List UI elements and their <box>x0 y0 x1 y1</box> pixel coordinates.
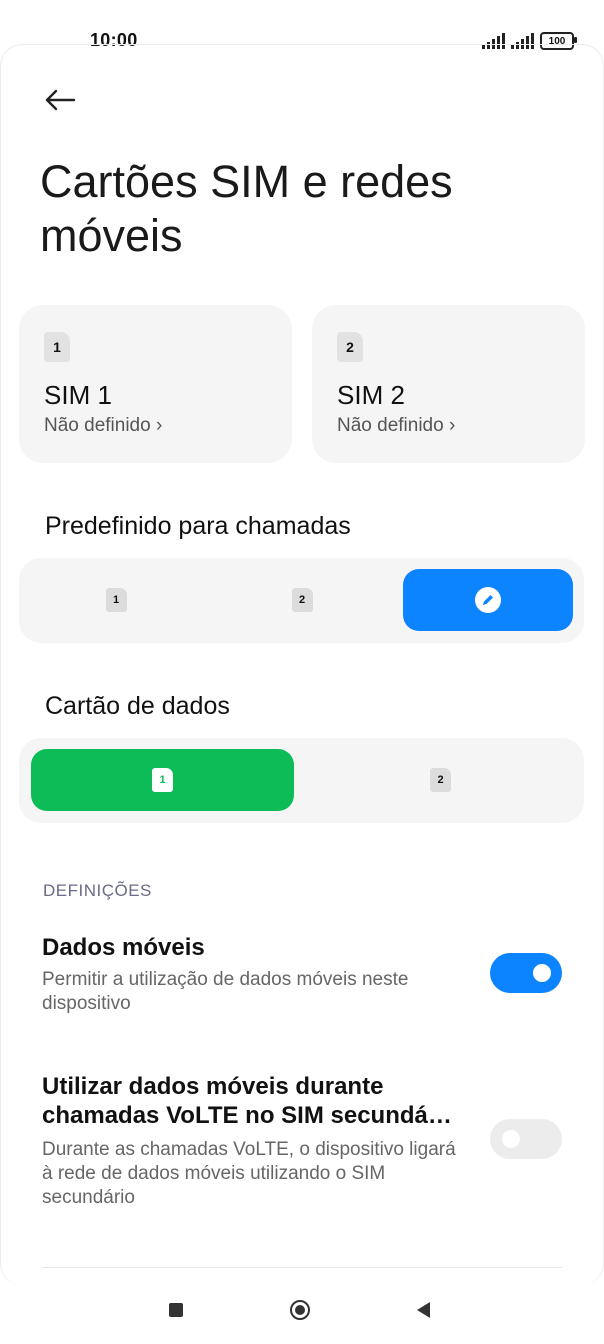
sim-name: SIM 1 <box>44 380 112 410</box>
sim-2-icon: 2 <box>337 332 363 362</box>
mobile-data-toggle[interactable] <box>490 953 562 993</box>
calls-selector: 1 2 <box>19 558 584 643</box>
sim-card-2[interactable]: 2 SIM 2 Não definido › <box>312 305 585 463</box>
volte-data-title: Utilizar dados móveis durante chamadas V… <box>42 1073 452 1129</box>
data-option-sim2[interactable]: 2 <box>309 749 572 811</box>
settings-section-header: DEFINIÇÕES <box>43 881 152 900</box>
toggle-knob <box>502 1130 520 1148</box>
home-button[interactable] <box>290 1300 310 1320</box>
data-option-sim1[interactable]: 1 <box>31 749 294 811</box>
sim-2-icon: 2 <box>291 588 313 612</box>
sim-2-icon: 2 <box>430 768 451 792</box>
home-icon <box>295 1305 305 1315</box>
sim-card-1[interactable]: 1 SIM 1 Não definido › <box>19 305 292 463</box>
page-title: Cartões SIM e redes móveis <box>40 156 453 261</box>
toggle-knob <box>533 964 551 982</box>
calls-label: Predefinido para chamadas <box>45 512 351 540</box>
pencil-icon <box>475 587 501 613</box>
mobile-data-description: Permitir a utilização de dados móveis ne… <box>42 969 409 1014</box>
volte-data-toggle[interactable] <box>490 1119 562 1159</box>
nav-back-button[interactable] <box>417 1302 430 1318</box>
calls-option-sim1[interactable]: 1 <box>31 569 201 631</box>
back-button[interactable] <box>44 86 78 114</box>
sim-status: Não definido › <box>44 415 163 436</box>
sim-1-icon: 1 <box>152 768 173 792</box>
data-card-selector: 1 2 <box>19 738 584 823</box>
sim-1-icon: 1 <box>105 588 127 612</box>
data-card-label: Cartão de dados <box>45 692 230 720</box>
divider <box>42 1267 562 1268</box>
sim-1-icon: 1 <box>44 332 70 362</box>
arrow-left-icon <box>45 89 76 111</box>
calls-option-ask[interactable] <box>403 569 573 631</box>
mobile-data-title: Dados móveis <box>42 934 205 961</box>
volte-data-description: Durante as chamadas VoLTE, o dispositivo… <box>42 1139 456 1208</box>
sim-status: Não definido › <box>337 415 456 436</box>
sim-name: SIM 2 <box>337 380 405 410</box>
recents-button[interactable] <box>169 1303 183 1317</box>
calls-option-sim2[interactable]: 2 <box>217 569 387 631</box>
